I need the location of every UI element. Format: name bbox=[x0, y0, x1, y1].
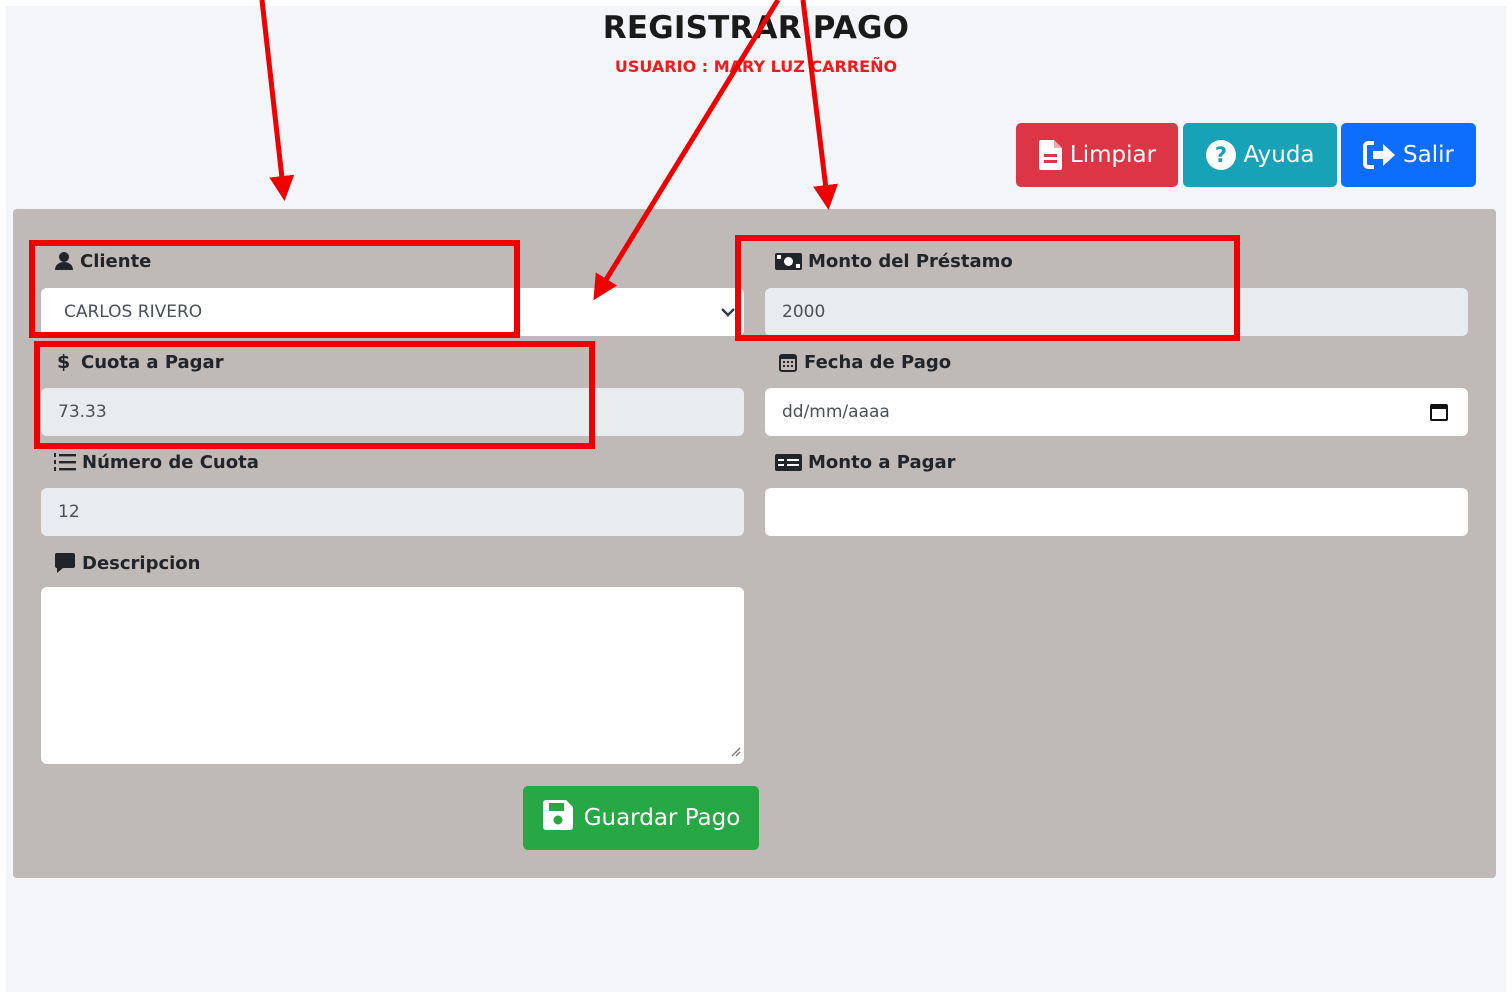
annotation-arrows bbox=[259, 0, 838, 301]
annotation-arrow-2 bbox=[593, 0, 781, 301]
annotation-arrow-1 bbox=[259, 0, 295, 201]
annotation-arrow-3 bbox=[800, 0, 838, 210]
